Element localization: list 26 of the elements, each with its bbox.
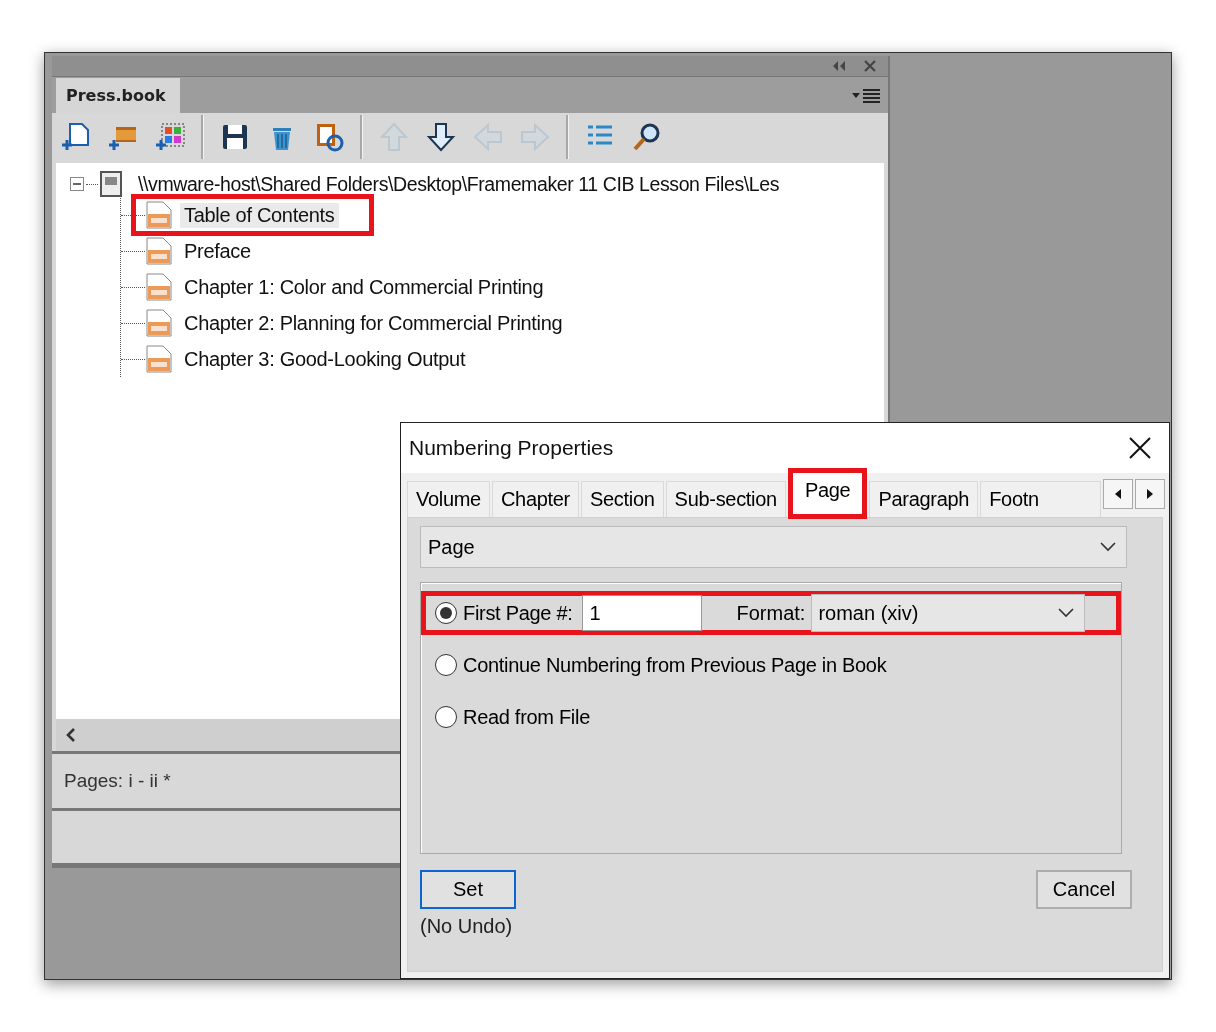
chapter-item[interactable]: Chapter 3: Good-Looking Output: [180, 346, 470, 372]
set-button[interactable]: Set: [420, 870, 516, 909]
chapter-item[interactable]: Table of Contents: [180, 202, 339, 228]
book-path[interactable]: \\vmware-host\Shared Folders\Desktop\Framemaker 11 CIB Lesson Files\Les: [138, 172, 779, 196]
option-label: Read from File: [463, 705, 590, 729]
tab[interactable]: Section: [581, 481, 664, 517]
dialog-title: Numbering Properties: [409, 436, 614, 460]
chapter-item[interactable]: Preface: [180, 238, 255, 264]
cancel-button[interactable]: Cancel: [1036, 870, 1132, 909]
first-page-field[interactable]: 1: [582, 595, 703, 631]
format-dropdown[interactable]: roman (xiv): [811, 594, 1086, 632]
format-label: Format:: [736, 601, 806, 625]
tab[interactable]: Sub-section: [665, 481, 786, 517]
tab[interactable]: Paragraph: [869, 481, 979, 517]
book-tab[interactable]: Press.book: [56, 78, 180, 113]
chapter-item[interactable]: Chapter 1: Color and Commercial Printing: [180, 274, 548, 300]
chapter-item[interactable]: Chapter 2: Planning for Commercial Printing: [180, 310, 567, 336]
option-label: First Page #:: [463, 601, 573, 625]
tab[interactable]: Chapter: [491, 481, 579, 517]
component-dropdown[interactable]: Page: [420, 526, 1127, 568]
page-range: Pages: i - ii *: [64, 770, 171, 792]
tab[interactable]: Page: [787, 468, 868, 519]
option-label: Continue Numbering from Previous Page in Book: [463, 653, 887, 677]
tab[interactable]: Footn: [980, 481, 1101, 517]
tab[interactable]: Volume: [407, 481, 490, 517]
undo-note: (No Undo): [420, 915, 514, 938]
